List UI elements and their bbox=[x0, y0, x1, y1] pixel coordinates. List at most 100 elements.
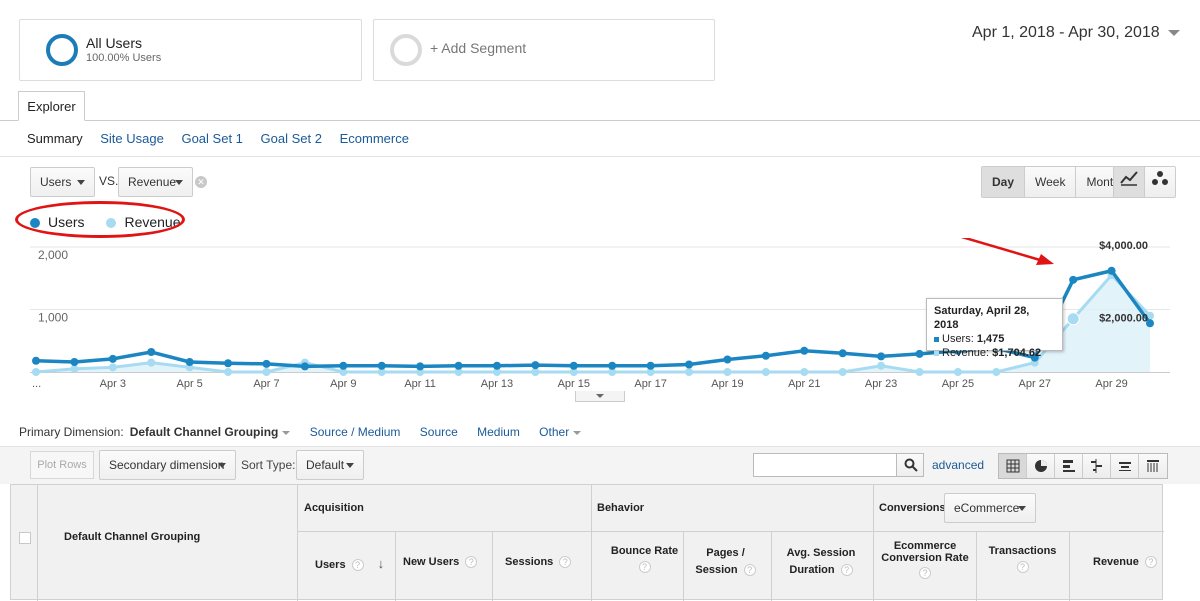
day-button[interactable]: Day bbox=[982, 167, 1026, 197]
users-point[interactable] bbox=[339, 361, 348, 370]
users-point[interactable] bbox=[262, 359, 271, 368]
revenue-point[interactable] bbox=[108, 363, 117, 372]
term-cloud-icon[interactable] bbox=[1111, 454, 1139, 478]
revenue-point[interactable] bbox=[70, 364, 79, 373]
help-icon[interactable]: ? bbox=[743, 564, 756, 577]
users-point[interactable] bbox=[300, 362, 309, 371]
add-segment-button[interactable]: + Add Segment bbox=[373, 19, 715, 81]
revenue-point[interactable] bbox=[800, 368, 809, 376]
header-avg-session-duration[interactable]: Avg. Session Duration? bbox=[771, 545, 871, 579]
users-point[interactable] bbox=[761, 351, 770, 360]
users-point[interactable] bbox=[685, 360, 694, 369]
dimension-medium[interactable]: Medium bbox=[477, 425, 520, 439]
subnav-goal-set-1[interactable]: Goal Set 1 bbox=[181, 131, 242, 146]
users-point[interactable] bbox=[492, 361, 501, 370]
users-point[interactable] bbox=[454, 361, 463, 370]
subnav-ecommerce[interactable]: Ecommerce bbox=[340, 131, 409, 146]
users-point[interactable] bbox=[185, 358, 194, 366]
users-point[interactable] bbox=[32, 356, 40, 365]
users-point[interactable] bbox=[416, 362, 425, 371]
dimension-other[interactable]: Other bbox=[539, 425, 569, 439]
header-transactions[interactable]: Transactions? bbox=[976, 545, 1069, 573]
header-bounce-rate[interactable]: Bounce Rate? bbox=[591, 545, 698, 573]
revenue-point[interactable] bbox=[685, 368, 694, 376]
secondary-dimension-select[interactable]: Secondary dimension bbox=[99, 450, 236, 480]
users-point[interactable] bbox=[147, 348, 156, 356]
search-button[interactable] bbox=[896, 453, 924, 477]
header-default-channel-grouping[interactable]: Default Channel Grouping bbox=[64, 531, 200, 543]
revenue-point[interactable] bbox=[224, 368, 233, 376]
users-point[interactable] bbox=[377, 361, 386, 370]
users-point[interactable] bbox=[531, 361, 540, 370]
revenue-point[interactable] bbox=[723, 368, 732, 376]
users-point[interactable] bbox=[70, 358, 79, 366]
users-point[interactable] bbox=[569, 361, 578, 370]
subnav-site-usage[interactable]: Site Usage bbox=[100, 131, 164, 146]
dimension-source[interactable]: Source bbox=[420, 425, 458, 439]
header-sessions[interactable]: Sessions? bbox=[505, 556, 572, 569]
segment-all-users[interactable]: All Users 100.00% Users bbox=[19, 19, 362, 81]
help-icon[interactable]: ? bbox=[840, 564, 853, 577]
advanced-filter-link[interactable]: advanced bbox=[932, 458, 984, 472]
comparison-view-icon[interactable] bbox=[1083, 454, 1111, 478]
revenue-point[interactable] bbox=[877, 361, 886, 370]
users-point[interactable] bbox=[838, 349, 847, 358]
help-icon[interactable]: ? bbox=[1016, 561, 1029, 573]
header-users[interactable]: Users? ↓ bbox=[315, 556, 385, 572]
help-icon[interactable]: ? bbox=[1144, 556, 1157, 569]
users-point[interactable] bbox=[1069, 275, 1078, 284]
sort-descending-icon[interactable]: ↓ bbox=[378, 556, 385, 571]
subnav-goal-set-2[interactable]: Goal Set 2 bbox=[261, 131, 322, 146]
week-button[interactable]: Week bbox=[1025, 167, 1077, 197]
primary-dimension-selected[interactable]: Default Channel Grouping bbox=[130, 425, 279, 439]
revenue-point[interactable] bbox=[953, 368, 962, 376]
subnav-summary[interactable]: Summary bbox=[27, 131, 83, 146]
conversions-select[interactable]: eCommerce bbox=[944, 493, 1036, 523]
header-ecommerce-conversion-rate[interactable]: Ecommerce Conversion Rate? bbox=[873, 540, 977, 579]
users-point[interactable] bbox=[108, 354, 117, 363]
users-point[interactable] bbox=[608, 361, 617, 370]
collapse-chart-toggle[interactable] bbox=[575, 391, 625, 402]
line-chart-icon[interactable] bbox=[1114, 167, 1145, 197]
pivot-view-icon[interactable] bbox=[1139, 454, 1167, 478]
help-icon[interactable]: ? bbox=[919, 567, 931, 579]
users-point[interactable] bbox=[915, 349, 924, 358]
users-point[interactable] bbox=[723, 355, 732, 364]
revenue-point[interactable] bbox=[262, 368, 271, 376]
header-new-users[interactable]: New Users? bbox=[403, 556, 478, 569]
revenue-point[interactable] bbox=[761, 368, 770, 376]
pie-view-icon[interactable] bbox=[1027, 454, 1055, 478]
revenue-point[interactable] bbox=[147, 358, 156, 367]
remove-metric-icon[interactable]: ✕ bbox=[195, 176, 207, 188]
revenue-point[interactable] bbox=[915, 368, 924, 376]
users-point[interactable] bbox=[1107, 266, 1116, 275]
dimension-source-medium[interactable]: Source / Medium bbox=[310, 425, 401, 439]
users-point[interactable] bbox=[877, 352, 886, 361]
help-icon[interactable]: ? bbox=[638, 561, 651, 573]
header-revenue[interactable]: Revenue? bbox=[1093, 556, 1157, 569]
revenue-point[interactable] bbox=[531, 368, 540, 376]
users-point[interactable] bbox=[646, 361, 655, 370]
users-point[interactable] bbox=[224, 359, 233, 368]
revenue-point[interactable] bbox=[32, 368, 40, 376]
tab-explorer[interactable]: Explorer bbox=[18, 91, 85, 121]
revenue-point[interactable] bbox=[838, 368, 847, 376]
help-icon[interactable]: ? bbox=[465, 556, 478, 569]
help-icon[interactable]: ? bbox=[559, 556, 572, 569]
primary-metric-select[interactable]: Users bbox=[30, 167, 95, 197]
secondary-metric-select[interactable]: Revenue bbox=[118, 167, 193, 197]
motion-chart-icon[interactable] bbox=[1145, 167, 1175, 197]
help-icon[interactable]: ? bbox=[351, 559, 364, 572]
users-point[interactable] bbox=[800, 346, 809, 355]
revenue-point[interactable] bbox=[992, 368, 1001, 376]
grid-view-icon[interactable] bbox=[999, 454, 1027, 478]
plot-rows-button[interactable]: Plot Rows bbox=[30, 451, 94, 479]
search-icon bbox=[904, 458, 918, 472]
sort-type-select[interactable]: Default bbox=[296, 450, 364, 480]
header-pages-session[interactable]: Pages / Session? bbox=[683, 545, 768, 579]
hover-point[interactable] bbox=[1066, 312, 1080, 326]
select-all-checkbox[interactable] bbox=[19, 532, 31, 544]
bar-view-icon[interactable] bbox=[1055, 454, 1083, 478]
date-range-picker[interactable]: Apr 1, 2018 - Apr 30, 2018 bbox=[972, 24, 1180, 42]
table-search-input[interactable] bbox=[753, 453, 897, 477]
